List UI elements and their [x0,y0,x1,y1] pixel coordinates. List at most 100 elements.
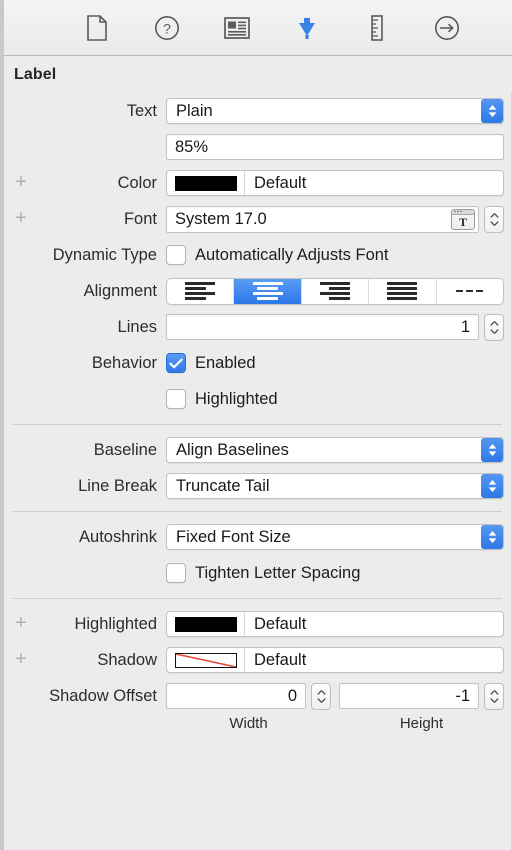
align-natural-segment[interactable] [437,279,503,304]
align-left-segment[interactable] [167,278,235,304]
row-font: + Font System 17.0 T [4,201,512,237]
shadow-offset-width-stepper[interactable] [311,682,331,710]
line-break-select[interactable]: Truncate Tail [166,473,504,499]
font-picker-icon[interactable]: T [451,208,475,230]
enabled-checkbox-row[interactable]: Enabled [166,353,256,373]
inspector-rows: Text Plain 85% + Color Default + Font Sy… [4,93,512,850]
align-natural-icon [456,289,484,293]
divider-3 [12,598,502,599]
row-lines: Lines 1 [4,309,512,345]
tighten-letter-spacing-checkbox[interactable] [166,563,186,583]
chevron-updown-icon [494,619,503,629]
ruler-icon [369,14,385,41]
attributes-arrow-icon [293,14,321,42]
highlighted-color-swatch [174,616,237,632]
quick-help-inspector-button[interactable]: ? [150,11,184,45]
shadow-offset-height-input[interactable]: -1 [339,683,479,709]
row-line-break: Line Break Truncate Tail [4,468,512,504]
align-right-segment[interactable] [302,278,370,304]
text-label: Text [126,101,157,120]
align-left-icon [185,282,216,300]
align-justified-segment[interactable] [369,278,437,304]
chevron-updown-icon [481,474,503,498]
file-inspector-button[interactable] [80,11,114,45]
row-tighten: Tighten Letter Spacing [4,555,512,591]
enabled-checkbox[interactable] [166,353,186,373]
color-swatch-box[interactable] [167,171,245,195]
question-circle-icon: ? [154,15,180,41]
align-center-segment[interactable] [234,278,302,304]
size-inspector-button[interactable] [360,11,394,45]
add-font-variation-button[interactable]: + [13,208,29,228]
shadow-offset-width-input[interactable]: 0 [166,683,306,709]
shadow-offset-label: Shadow Offset [49,686,157,705]
font-field[interactable]: System 17.0 T [166,205,479,233]
row-highlighted-color: + Highlighted Default [4,606,512,642]
auto-adjusts-font-checkbox[interactable] [166,245,186,265]
shadow-offset-width-sublabel: Width [229,715,268,732]
tighten-checkbox-row[interactable]: Tighten Letter Spacing [166,563,360,583]
shadow-color-value: Default [254,651,307,669]
highlighted-color-well[interactable]: Default [166,611,504,637]
highlighted-checkbox[interactable] [166,389,186,409]
identity-card-icon [224,16,250,39]
shadow-offset-width-value: 0 [287,686,297,705]
arrow-right-circle-icon [434,15,460,41]
checkmark-icon [169,358,183,368]
identity-inspector-button[interactable] [220,11,254,45]
behavior-label: Behavior [91,353,157,372]
row-dynamic-type: Dynamic Type Automatically Adjusts Font [4,237,512,273]
baseline-select[interactable]: Align Baselines [166,437,504,463]
shadow-offset-height-stepper[interactable] [484,682,504,710]
highlighted-label: Highlighted [195,389,278,408]
highlighted-swatch-box[interactable] [167,612,245,636]
row-autoshrink: Autoshrink Fixed Font Size [4,519,512,555]
enabled-label: Enabled [195,353,256,372]
shadow-swatch-box[interactable] [167,648,245,672]
font-picker-letter: T [458,214,467,229]
row-behavior-enabled: Behavior Enabled [4,345,512,381]
add-highlighted-variation-button[interactable]: + [13,613,29,633]
text-style-select[interactable]: Plain [166,98,504,124]
chevron-updown-icon [481,525,503,549]
baseline-value: Align Baselines [176,441,289,459]
add-color-variation-button[interactable]: + [13,172,29,192]
text-content-input[interactable]: 85% [166,134,504,160]
lines-stepper[interactable] [484,313,504,341]
baseline-label: Baseline [93,440,157,459]
row-alignment: Alignment [4,273,512,309]
color-well[interactable]: Default [166,170,504,196]
divider-2 [12,511,502,512]
auto-adjusts-font-checkbox-row[interactable]: Automatically Adjusts Font [166,245,389,265]
shadow-color-well[interactable]: Default [166,647,504,673]
page-title: Label [14,66,57,83]
shadow-color-swatch [174,652,237,668]
chevron-updown-icon [494,655,503,665]
add-shadow-variation-button[interactable]: + [13,649,29,669]
inspector-toolbar: ? [4,0,512,56]
shadow-offset-height-sublabel: Height [399,715,444,732]
attributes-inspector-button[interactable] [290,11,324,45]
dynamic-type-label: Dynamic Type [52,245,157,264]
row-shadow-offset: Shadow Offset 0 -1 [4,678,512,714]
divider-1 [12,424,502,425]
lines-input[interactable]: 1 [166,314,479,340]
row-color: + Color Default [4,165,512,201]
autoshrink-select[interactable]: Fixed Font Size [166,524,504,550]
row-shadow-color: + Shadow Default [4,642,512,678]
align-justified-icon [387,282,418,300]
shadow-offset-height-group: -1 [339,682,504,710]
shadow-offset-sublabels: Width Height [4,714,512,732]
alignment-segmented-control[interactable] [166,277,504,305]
connections-inspector-button[interactable] [430,11,464,45]
shadow-offset-controls: 0 -1 [166,682,504,710]
text-style-value: Plain [176,102,213,120]
line-break-value: Truncate Tail [176,477,270,495]
lines-value: 1 [460,317,470,336]
row-behavior-highlighted: Highlighted [4,381,512,417]
font-size-stepper[interactable] [484,205,504,233]
chevron-updown-icon [481,438,503,462]
shadow-offset-height-value: -1 [455,686,470,705]
highlighted-checkbox-row[interactable]: Highlighted [166,389,278,409]
row-text-content: 85% [4,129,512,165]
